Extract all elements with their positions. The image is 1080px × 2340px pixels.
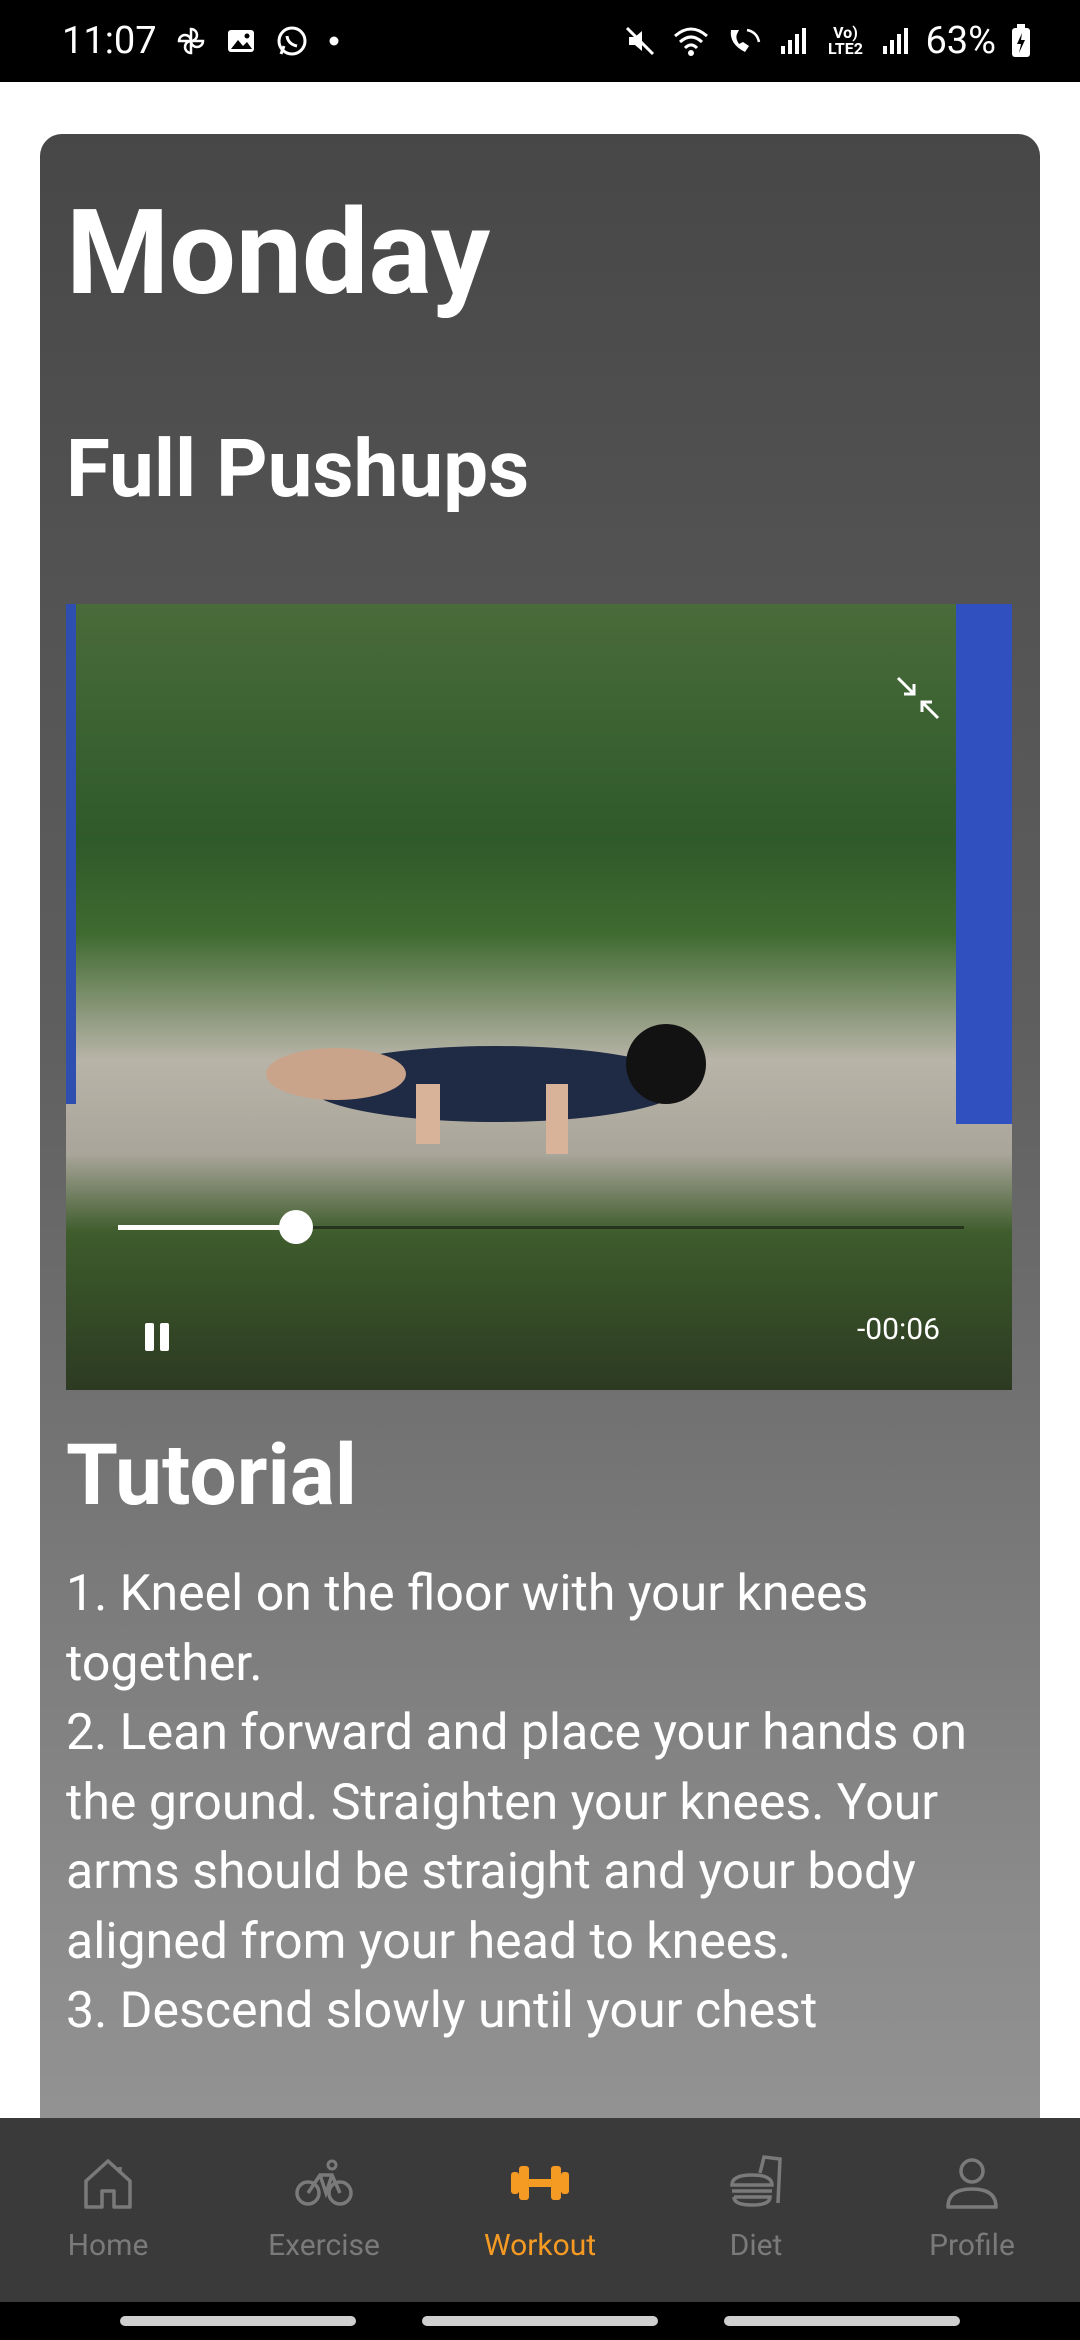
mute-icon <box>623 24 657 58</box>
nav-label-profile: Profile <box>929 2228 1015 2263</box>
system-gesture-bar <box>0 2302 1080 2340</box>
video-frame-person <box>266 1024 706 1154</box>
pause-button[interactable] <box>132 1312 182 1362</box>
status-bar: 11:07 Vo) LTE2 63% <box>0 0 1080 82</box>
nav-label-exercise: Exercise <box>268 2228 380 2263</box>
nav-item-workout[interactable]: Workout <box>440 2148 640 2263</box>
bottom-navigation: Home Exercise Workout Diet Profile <box>0 2118 1080 2302</box>
gesture-pill-left[interactable] <box>120 2316 356 2326</box>
network-label: Vo) LTE2 <box>827 23 863 58</box>
battery-percent: 63% <box>925 19 996 63</box>
video-progress-thumb[interactable] <box>278 1210 313 1244</box>
gesture-pill-center[interactable] <box>422 2316 658 2326</box>
battery-icon <box>1010 23 1032 59</box>
tutorial-title: Tutorial <box>66 1426 357 1525</box>
food-icon <box>721 2148 791 2218</box>
exercise-title: Full Pushups <box>66 422 530 516</box>
wifi-icon <box>671 24 711 58</box>
pinwheel-icon <box>175 25 207 57</box>
video-frame-post-right <box>956 604 1012 1124</box>
bicycle-icon <box>289 2148 359 2218</box>
nav-item-home[interactable]: Home <box>8 2148 208 2263</box>
nav-label-home: Home <box>67 2228 149 2263</box>
notification-dot-icon <box>327 34 341 48</box>
video-progress-played <box>118 1225 296 1230</box>
gesture-pill-right[interactable] <box>724 2316 960 2326</box>
person-icon <box>937 2148 1007 2218</box>
dumbbell-icon <box>505 2148 575 2218</box>
nav-label-workout: Workout <box>483 2228 597 2263</box>
nav-item-diet[interactable]: Diet <box>656 2148 856 2263</box>
tutorial-text: 1. Kneel on the floor with your knees to… <box>66 1565 967 2040</box>
workout-card: Monday Full Pushups -00:06 Tutorial 1. K… <box>40 134 1040 2334</box>
nav-label-diet: Diet <box>729 2228 783 2263</box>
whatsapp-icon <box>275 24 309 58</box>
signal-icon-1 <box>779 26 809 56</box>
nav-item-profile[interactable]: Profile <box>872 2148 1072 2263</box>
wifi-call-icon <box>725 24 765 58</box>
nav-item-exercise[interactable]: Exercise <box>224 2148 424 2263</box>
day-title: Monday <box>66 184 491 322</box>
exit-fullscreen-icon[interactable] <box>894 674 942 722</box>
gallery-icon <box>225 25 257 57</box>
video-remaining-time: -00:06 <box>857 1312 940 1347</box>
pause-icon <box>145 1323 169 1351</box>
video-frame-post-left <box>66 604 76 1104</box>
home-icon <box>73 2148 143 2218</box>
status-time: 11:07 <box>62 19 157 63</box>
exercise-video-player[interactable]: -00:06 <box>66 604 1012 1390</box>
signal-icon-2 <box>881 26 911 56</box>
